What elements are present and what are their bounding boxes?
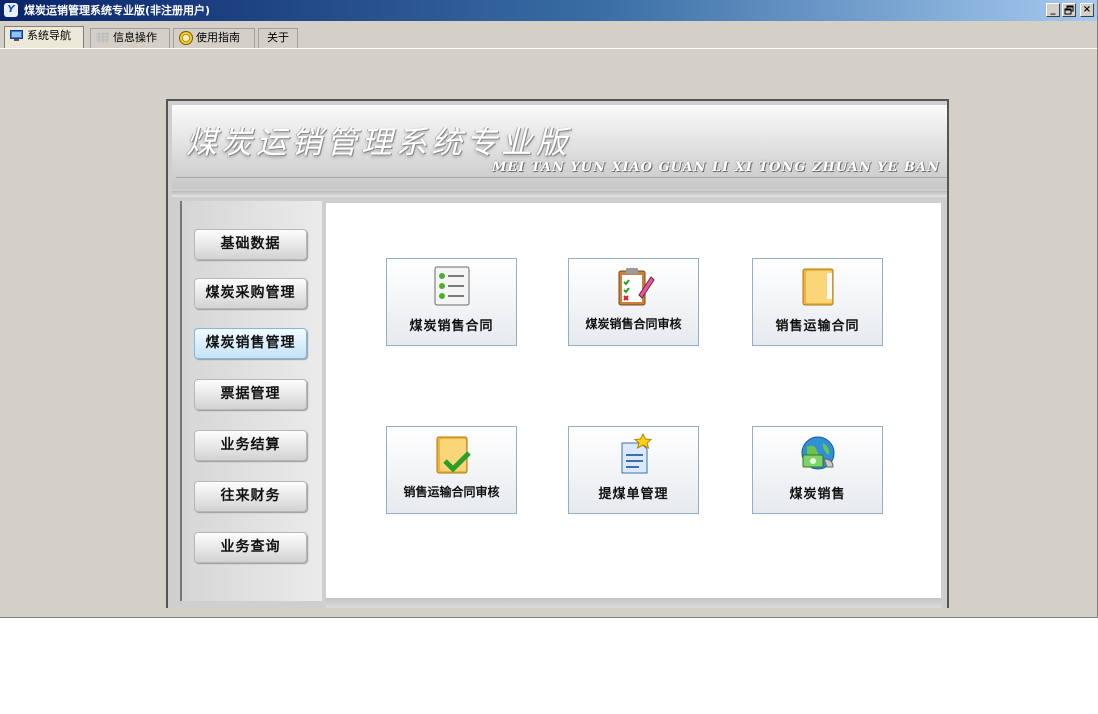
tab-label: 信息操作 — [113, 31, 157, 44]
tile-label: 销售运输合同审核 — [403, 485, 500, 499]
function-area: 煤炭销售合同 煤炭销售合同审核 销售运输合同 销售运输合同审核 提煤单管理 煤炭… — [326, 203, 941, 598]
tile-label: 煤炭销售 — [789, 487, 846, 502]
tab-label: 系统导航 — [27, 29, 71, 42]
tab-info-operations[interactable]: 信息操作 — [90, 28, 170, 48]
tab-divider — [0, 48, 1097, 49]
sidebar-item-business-settlement[interactable]: 业务结算 — [194, 430, 307, 461]
sales-transport-contract-review-tile[interactable]: 销售运输合同审核 — [386, 426, 517, 514]
tile-label: 提煤单管理 — [598, 487, 669, 502]
sidebar-item-coal-sales[interactable]: 煤炭销售管理 — [194, 328, 307, 359]
coal-sales-tile[interactable]: 煤炭销售 — [752, 426, 883, 514]
content-bottom-bar — [326, 598, 941, 608]
folder-check-icon — [436, 436, 471, 474]
folder-icon — [802, 268, 834, 306]
sidebar-item-coal-purchase[interactable]: 煤炭采购管理 — [194, 278, 307, 309]
sidebar: 基础数据 煤炭采购管理 煤炭销售管理 票据管理 业务结算 往来财务 业务查询 — [180, 201, 322, 601]
app-window: Y 煤炭运销管理系统专业版(非注册用户) _ × 系统导航 信息操作 使用指南 … — [0, 0, 1098, 618]
minimize-button[interactable]: _ — [1046, 3, 1060, 17]
navigation-panel: 煤炭运销管理系统专业版 MEI TAN YUN XIAO GUAN LI XI … — [166, 99, 949, 608]
banner-title: 煤炭运销管理系统专业版 — [186, 125, 571, 161]
restore-icon — [1064, 5, 1074, 15]
document-star-icon — [621, 433, 653, 474]
tab-label: 使用指南 — [196, 31, 240, 44]
smiley-icon — [179, 31, 193, 45]
tab-system-navigation[interactable]: 系统导航 — [4, 26, 84, 48]
list-icon — [434, 266, 470, 306]
tab-user-guide[interactable]: 使用指南 — [173, 28, 255, 48]
tile-label: 销售运输合同 — [775, 319, 860, 334]
sidebar-item-basic-data[interactable]: 基础数据 — [194, 229, 307, 260]
app-logo-icon: Y — [4, 3, 18, 17]
banner-divider — [176, 177, 947, 178]
sidebar-item-business-query[interactable]: 业务查询 — [194, 532, 307, 563]
banner: 煤炭运销管理系统专业版 MEI TAN YUN XIAO GUAN LI XI … — [172, 105, 947, 189]
title-bar[interactable]: Y 煤炭运销管理系统专业版(非注册用户) _ × — [0, 0, 1097, 21]
close-button[interactable]: × — [1080, 3, 1094, 17]
window-title: 煤炭运销管理系统专业版(非注册用户) — [24, 4, 211, 17]
coal-sales-contract-review-tile[interactable]: 煤炭销售合同审核 — [568, 258, 699, 346]
globe-cash-icon — [801, 436, 835, 470]
tile-label: 煤炭销售合同审核 — [585, 317, 682, 331]
tile-label: 煤炭销售合同 — [409, 319, 494, 334]
monitor-icon — [10, 30, 23, 41]
restore-button[interactable] — [1062, 3, 1076, 17]
banner-underline — [172, 191, 947, 197]
coal-delivery-order-tile[interactable]: 提煤单管理 — [568, 426, 699, 514]
tab-about[interactable]: 关于 — [258, 28, 298, 48]
banner-subtitle: MEI TAN YUN XIAO GUAN LI XI TONG ZHUAN Y… — [492, 160, 940, 175]
tab-label: 关于 — [267, 31, 289, 44]
clipboard-check-icon — [618, 268, 655, 306]
grid-icon — [96, 32, 109, 43]
sidebar-item-bill-management[interactable]: 票据管理 — [194, 379, 307, 410]
sales-transport-contract-tile[interactable]: 销售运输合同 — [752, 258, 883, 346]
sidebar-item-accounts[interactable]: 往来财务 — [194, 481, 307, 512]
coal-sales-contract-tile[interactable]: 煤炭销售合同 — [386, 258, 517, 346]
